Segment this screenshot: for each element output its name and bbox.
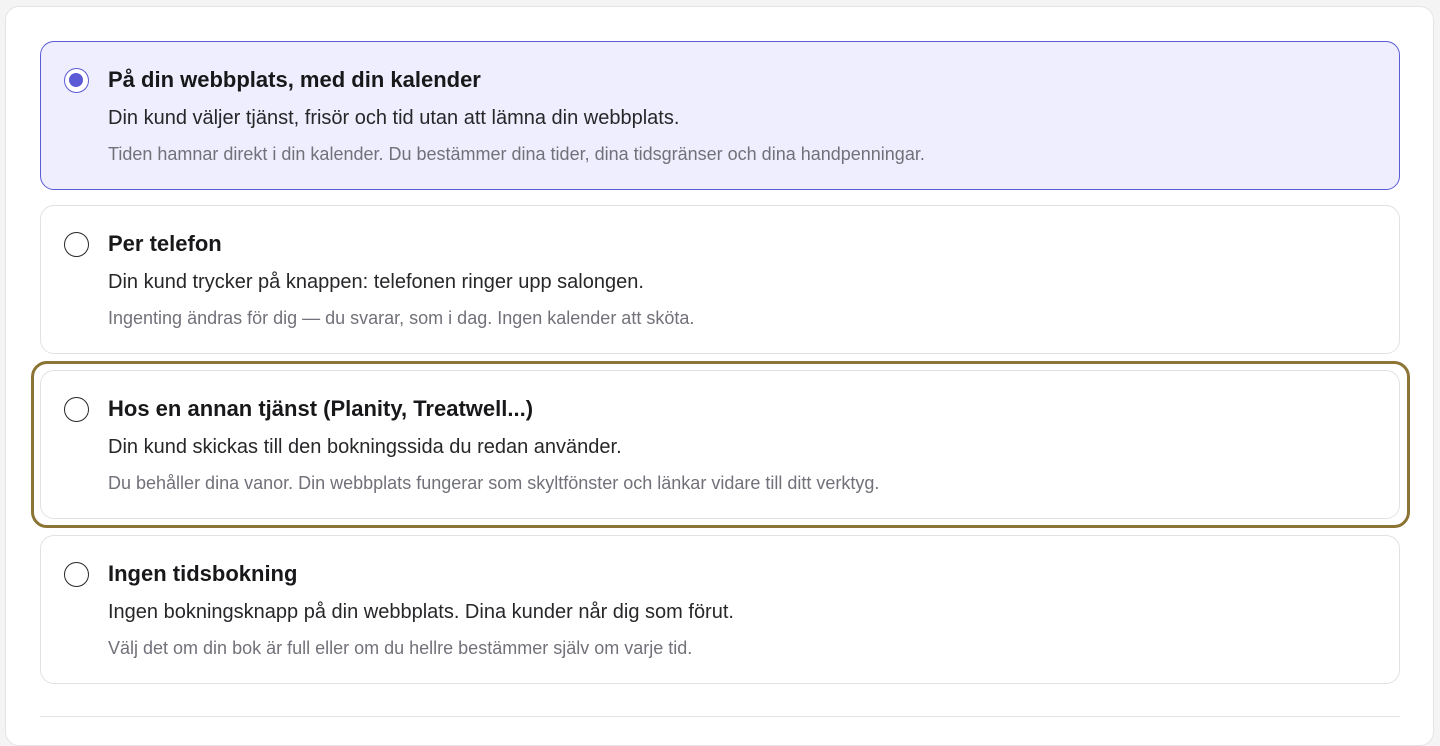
option-title: Hos en annan tjänst (Planity, Treatwell.…: [108, 396, 534, 421]
option-description: Din kund väljer tjänst, frisör och tid u…: [108, 107, 680, 129]
radio-unchecked-icon[interactable]: [64, 562, 89, 587]
option-title: Ingen tidsbokning: [108, 561, 298, 586]
option-note: Tiden hamnar direkt i din kalender. Du b…: [108, 144, 925, 164]
option-phone[interactable]: Per telefon Din kund trycker på knappen:…: [40, 205, 1400, 354]
option-no-booking[interactable]: Ingen tidsbokning Ingen bokningsknapp på…: [40, 535, 1400, 684]
radio-checked-icon[interactable]: [64, 68, 89, 93]
option-description: Din kund trycker på knappen: telefonen r…: [108, 271, 644, 293]
option-website-calendar[interactable]: På din webbplats, med din kalender Din k…: [40, 41, 1400, 190]
option-note: Ingenting ändras för dig — du svarar, so…: [108, 308, 695, 328]
option-note: Du behåller dina vanor. Din webbplats fu…: [108, 473, 880, 493]
option-external-service[interactable]: Hos en annan tjänst (Planity, Treatwell.…: [40, 370, 1400, 519]
radio-unchecked-icon[interactable]: [64, 232, 89, 257]
option-description: Ingen bokningsknapp på din webbplats. Di…: [108, 601, 734, 623]
section-divider: [40, 716, 1400, 717]
option-title: Per telefon: [108, 231, 222, 256]
option-note: Välj det om din bok är full eller om du …: [108, 638, 693, 658]
radio-unchecked-icon[interactable]: [64, 397, 89, 422]
option-description: Din kund skickas till den bokningssida d…: [108, 436, 622, 458]
option-title: På din webbplats, med din kalender: [108, 67, 481, 92]
